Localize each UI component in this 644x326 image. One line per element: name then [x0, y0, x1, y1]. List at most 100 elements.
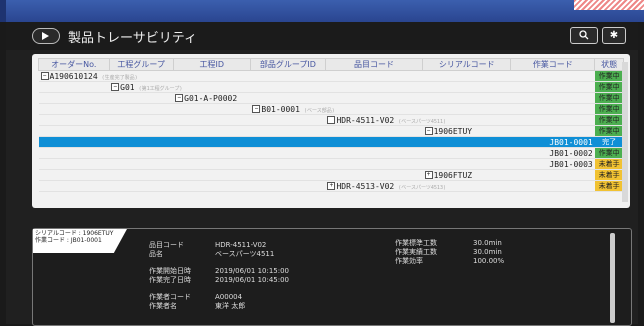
end-time-label: 作業完了日時	[149, 276, 191, 284]
worker-code-label: 作業者コード	[149, 293, 191, 301]
collapse-icon[interactable]: −	[252, 105, 261, 113]
collapse-icon[interactable]: −	[40, 72, 49, 80]
column-header[interactable]: 状態	[594, 58, 624, 71]
serial-code-tag: シリアルコード : 1906ETUY	[35, 230, 114, 237]
detail-scrollbar[interactable]	[610, 233, 615, 323]
tree-node-label: G01	[120, 82, 135, 92]
column-header[interactable]: 品目コード	[324, 58, 424, 71]
table-cell	[510, 70, 595, 82]
gear-icon: ✱	[609, 30, 619, 41]
tree-node-label: HDR-4513-V02	[336, 181, 395, 191]
decorative-corner-stripe	[574, 0, 644, 10]
collapse-icon[interactable]: −	[175, 94, 184, 102]
window-title-bar	[0, 0, 644, 22]
column-header[interactable]: 工程グループ	[108, 58, 174, 71]
collapse-icon[interactable]: −	[424, 127, 433, 135]
std-time-label: 作業標準工数	[395, 239, 437, 247]
table-cell	[173, 158, 251, 170]
table-cell	[325, 92, 423, 104]
table-cell	[109, 92, 174, 104]
item-values: HDR-4511-V02 ベースパーツ4511	[215, 241, 274, 259]
column-header[interactable]: 作業コード	[510, 58, 596, 71]
item-labels: 品目コード 品名	[149, 241, 184, 259]
work-code-tag: 作業コード : JB01-0001	[35, 237, 102, 244]
table-row[interactable]: − A190610124 (生産完了製品) 作業中	[38, 70, 624, 82]
table-cell	[325, 136, 423, 148]
search-button[interactable]	[570, 27, 598, 44]
table-row[interactable]: − G01 (第1工程グループ) 作業中	[38, 81, 624, 93]
tree-node: JB01-0003	[510, 158, 595, 170]
table-cell	[325, 169, 423, 181]
table-cell	[173, 70, 251, 82]
table-cell	[422, 147, 511, 159]
end-time-value: 2019/06/01 10:45:00	[215, 276, 290, 284]
time-values: 2019/06/01 10:15:00 2019/06/01 10:45:00	[215, 267, 289, 285]
table-cell	[510, 81, 595, 93]
play-icon	[42, 32, 49, 40]
table-cell	[422, 136, 511, 148]
table-cell	[38, 136, 110, 148]
leaf-box-icon[interactable]	[327, 116, 336, 124]
table-cell	[38, 180, 110, 192]
settings-button[interactable]: ✱	[602, 27, 626, 44]
collapse-icon[interactable]: −	[111, 83, 120, 91]
table-cell	[173, 81, 251, 93]
table-cell	[173, 103, 251, 115]
efficiency-value: 100.00%	[473, 257, 505, 265]
table-cell	[422, 180, 511, 192]
table-cell	[173, 169, 251, 181]
table-cell	[173, 180, 251, 192]
tree-node: JB01-0001	[510, 136, 595, 148]
table-cell	[109, 169, 174, 181]
table-cell	[173, 125, 251, 137]
column-header[interactable]: 部品グループID	[249, 58, 326, 71]
efficiency-labels: 作業標準工数 作業実績工数 作業効率	[395, 239, 437, 266]
table-cell	[38, 114, 110, 126]
table-row[interactable]: HDR-4511-V02 (ベースパーツ4511) 作業中	[38, 114, 624, 126]
table-row[interactable]: − B01-0001 (ベース部品) 作業中	[38, 103, 624, 115]
table-cell	[250, 81, 326, 93]
table-cell	[38, 92, 110, 104]
worker-values: A00004 東洋 太郎	[215, 293, 245, 311]
worker-name-value: 東洋 太郎	[215, 302, 246, 310]
expand-icon[interactable]: +	[327, 182, 336, 190]
table-body: − A190610124 (生産完了製品) 作業中 − G01 (第1工程グループ) 作業中 −…	[38, 70, 624, 192]
column-header[interactable]: オーダーNo.	[38, 58, 110, 71]
status-badge: 未着手	[594, 180, 624, 192]
table-cell	[38, 147, 110, 159]
efficiency-label: 作業効率	[395, 257, 423, 265]
tree-node: − G01-A-P0002	[173, 92, 251, 104]
table-row[interactable]: − G01-A-P0002 作業中	[38, 92, 624, 104]
table-row[interactable]: −1906ETUY 作業中	[38, 125, 624, 137]
expand-icon[interactable]: +	[424, 171, 433, 179]
table-row[interactable]: JB01-0003 未着手	[38, 158, 624, 170]
search-icon	[579, 30, 589, 40]
status-badge: 未着手	[594, 169, 624, 181]
tree-node-label: JB01-0001	[549, 137, 593, 147]
table-cell	[422, 81, 511, 93]
table-cell	[422, 92, 511, 104]
table-row[interactable]: + HDR-4513-V02 (ベースパーツ4513) 未着手	[38, 180, 624, 192]
actual-time-value: 30.0min	[473, 248, 502, 256]
table-cell	[510, 114, 595, 126]
table-cell	[325, 103, 423, 115]
start-time-value: 2019/06/01 10:15:00	[215, 267, 290, 275]
tree-node: − G01 (第1工程グループ)	[109, 81, 182, 93]
status-badge: 完了	[594, 136, 624, 148]
table-cell	[325, 147, 423, 159]
tree-node: +1906FTUZ	[422, 169, 511, 181]
column-header[interactable]: シリアルコード	[422, 58, 512, 71]
column-header[interactable]: 工程ID	[172, 58, 251, 71]
table-cell	[510, 103, 595, 115]
back-button[interactable]	[32, 28, 60, 44]
table-row[interactable]: JB01-0001 完了	[38, 136, 624, 148]
table-cell	[109, 70, 174, 82]
table-row[interactable]: +1906FTUZ 未着手	[38, 169, 624, 181]
start-time-label: 作業開始日時	[149, 267, 191, 275]
table-row[interactable]: JB01-0002 作業中	[38, 147, 624, 159]
vertical-scrollbar[interactable]	[622, 62, 628, 202]
tree-node-label: 1906FTUZ	[433, 170, 473, 180]
table-cell	[325, 158, 423, 170]
tree-node-label: JB01-0003	[549, 159, 593, 169]
tree-node-label: G01-A-P0002	[184, 93, 238, 103]
